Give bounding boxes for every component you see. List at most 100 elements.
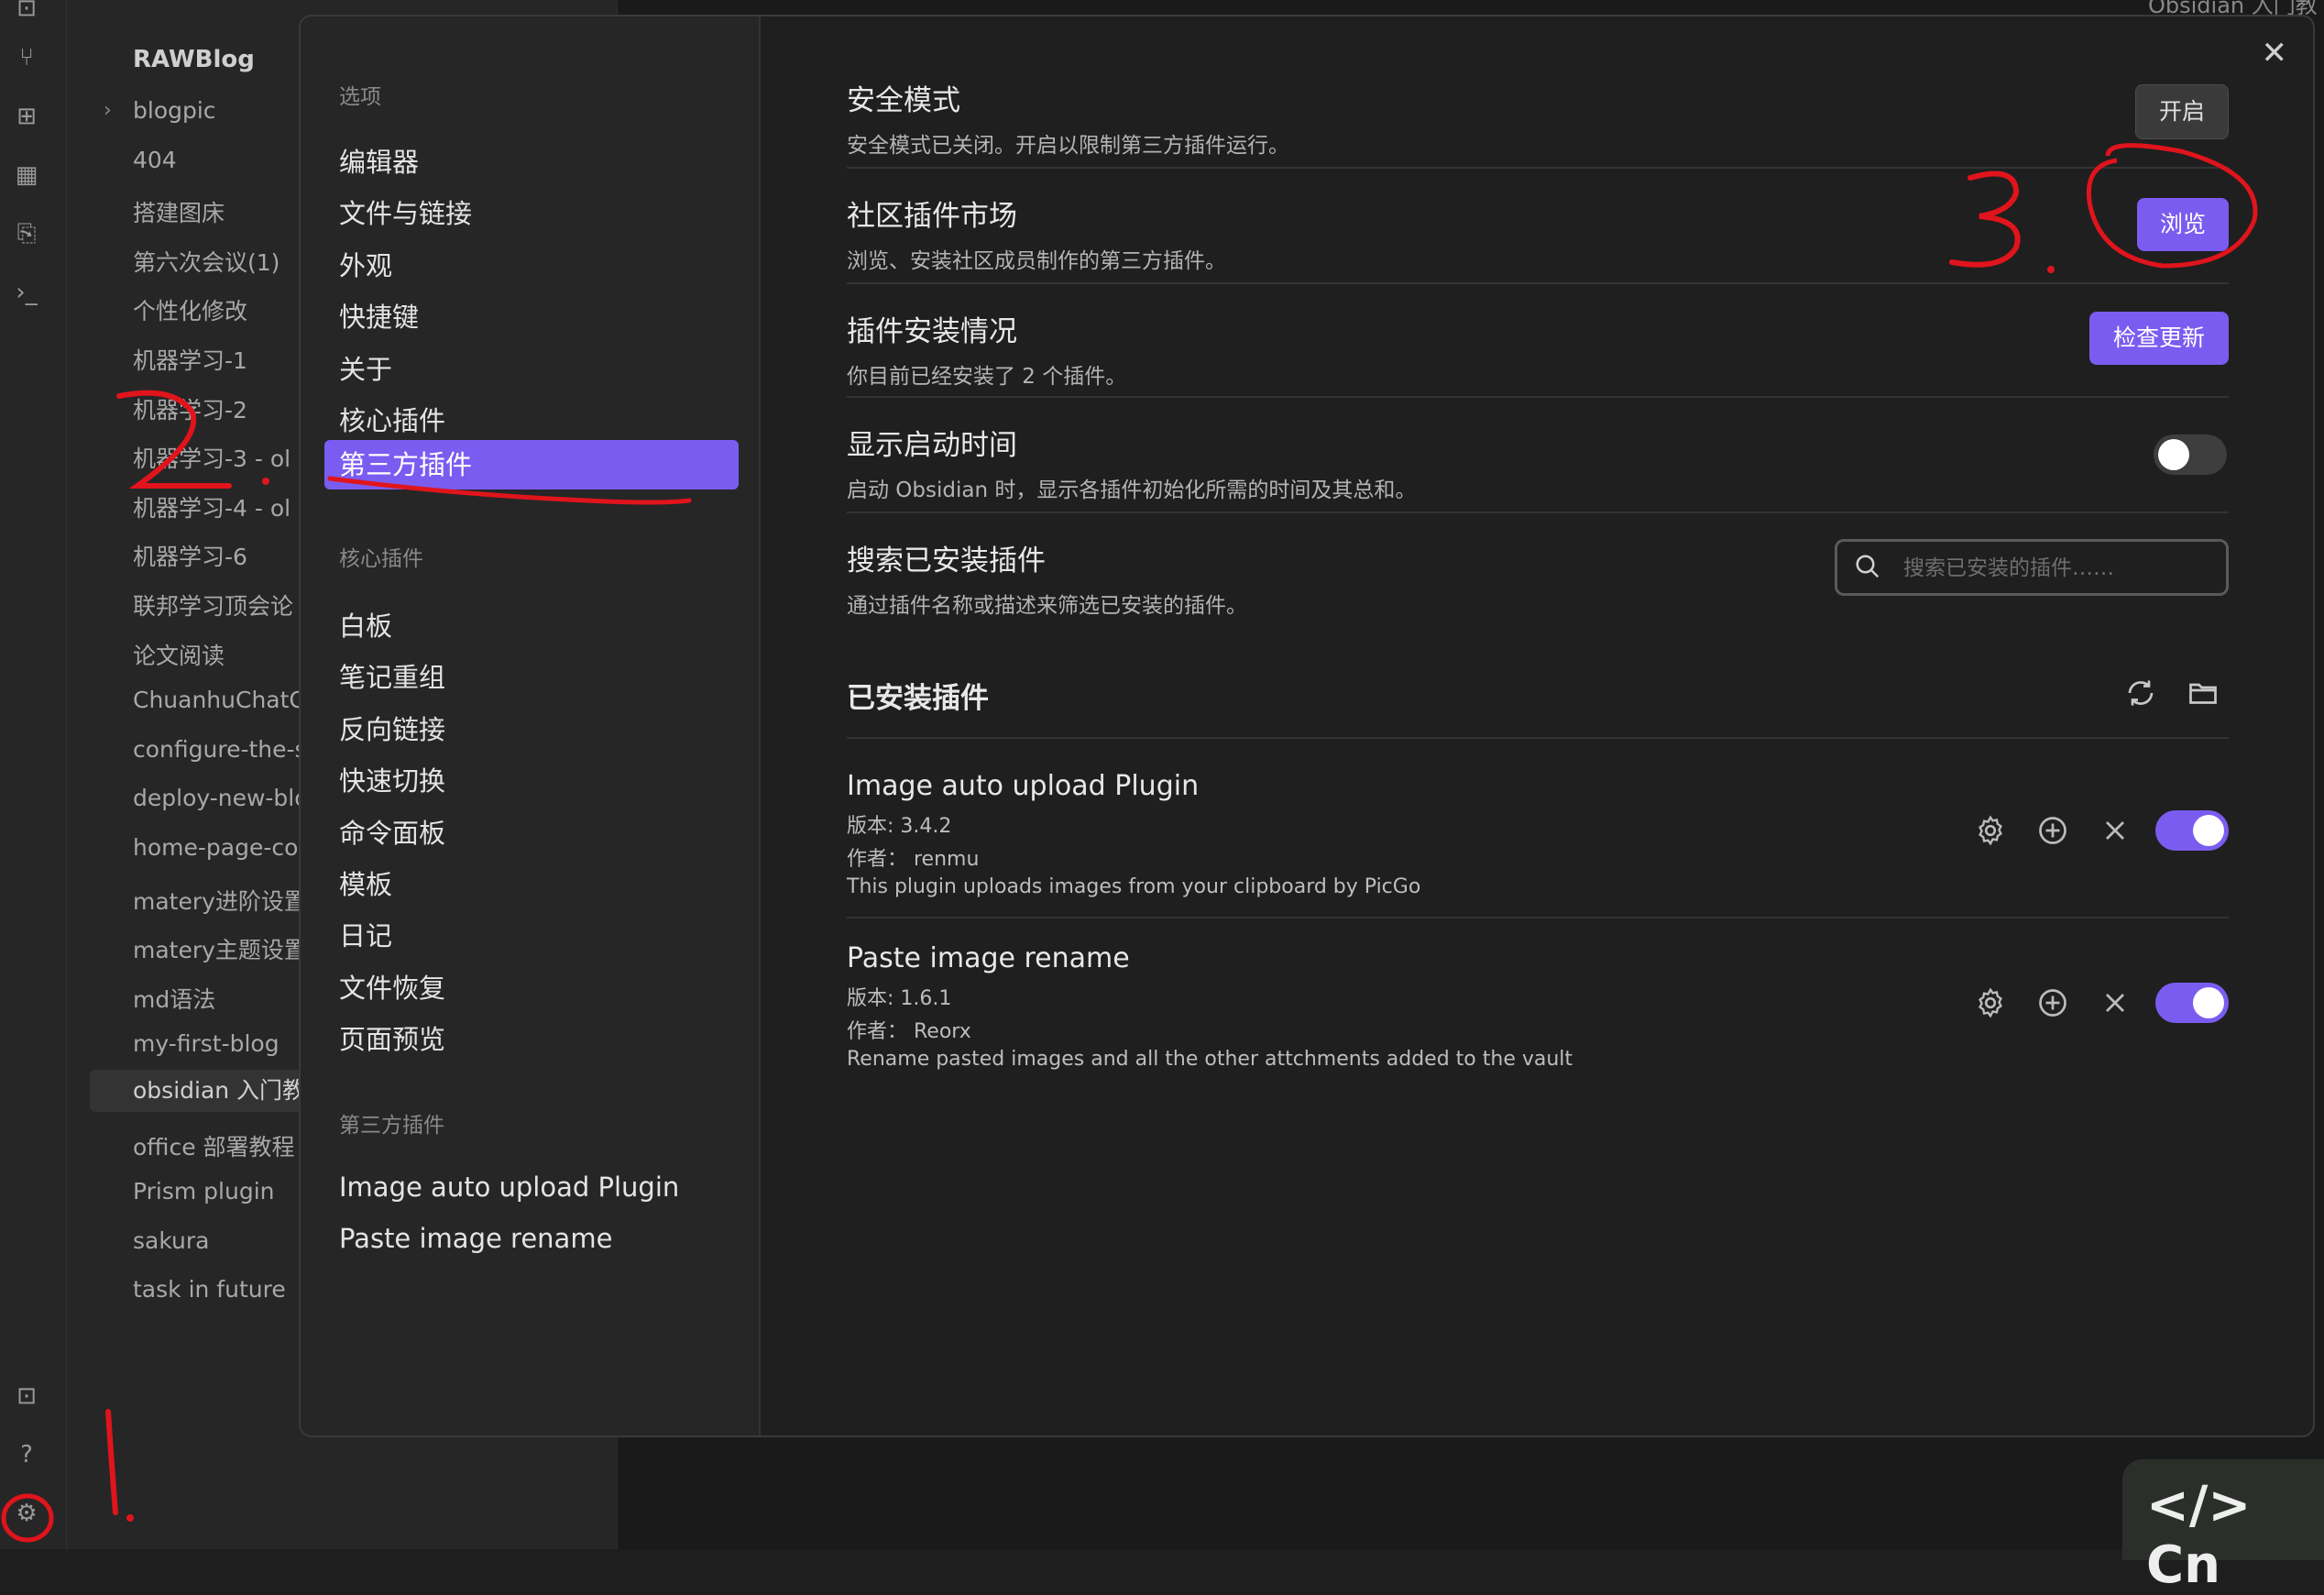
- safe-mode-enable-button[interactable]: 开启: [2135, 84, 2229, 139]
- settings-icon[interactable]: ⚙: [13, 1500, 40, 1527]
- command-palette-icon[interactable]: ›_: [13, 279, 40, 306]
- settings-nav-item[interactable]: 反向链接: [339, 709, 445, 747]
- file-tree-item[interactable]: 搭建图床: [133, 195, 225, 228]
- plugin-version: 版本: 3.4.2: [847, 815, 952, 838]
- settings-nav-item[interactable]: 外观: [339, 245, 392, 283]
- setting-desc: 你目前已经安装了 2 个插件。: [847, 365, 1127, 389]
- setting-desc: 浏览、安装社区成员制作的第三方插件。: [847, 249, 1226, 273]
- file-tree-item[interactable]: 个性化修改: [133, 293, 247, 326]
- setting-name: 插件安装情况: [847, 315, 1017, 348]
- plugin-name: Paste image rename: [847, 942, 1130, 974]
- help-icon[interactable]: ?: [13, 1441, 40, 1468]
- settings-nav-item[interactable]: Paste image rename: [339, 1223, 612, 1254]
- code-badge-label: </> Cn: [2146, 1476, 2252, 1595]
- canvas-icon[interactable]: ⊞: [13, 103, 40, 130]
- file-tree-item[interactable]: 机器学习-4 - ol: [133, 490, 290, 523]
- gear-icon[interactable]: [1974, 986, 2007, 1019]
- check-updates-button[interactable]: 检查更新: [2089, 312, 2229, 365]
- settings-modal: 选项 编辑器 文件与链接 外观 快捷键 关于 核心插件 第三方插件 核心插件 白板 笔记重组反…: [299, 15, 2315, 1437]
- plugin-enable-toggle[interactable]: [2155, 983, 2229, 1023]
- open-folder-icon[interactable]: [2187, 676, 2220, 710]
- setting-name: 社区插件市场: [847, 200, 1017, 233]
- add-hotkey-icon[interactable]: [2036, 814, 2069, 847]
- file-tree-item[interactable]: sakura: [133, 1227, 210, 1254]
- plugin-enable-toggle[interactable]: [2155, 810, 2229, 851]
- chevron-right-icon[interactable]: ›: [104, 99, 112, 122]
- file-tree-item[interactable]: 机器学习-2: [133, 392, 247, 425]
- settings-nav-item[interactable]: 模板: [339, 864, 392, 902]
- settings-nav-item[interactable]: Image auto upload Plugin: [339, 1172, 679, 1203]
- settings-nav-item[interactable]: 日记: [339, 915, 392, 953]
- nav-group-core: 核心插件: [339, 547, 423, 571]
- settings-nav-item[interactable]: 关于: [339, 348, 392, 387]
- open-vault-icon[interactable]: ⊡: [13, 0, 40, 22]
- vault-switcher-icon[interactable]: ⊡: [13, 1382, 40, 1410]
- file-tree-item[interactable]: office 部署教程: [133, 1129, 295, 1162]
- startup-time-toggle[interactable]: [2154, 434, 2227, 475]
- daily-note-icon[interactable]: ▦: [13, 161, 40, 189]
- settings-nav-item[interactable]: 页面预览: [339, 1018, 445, 1057]
- setting-startup-time: 显示启动时间 启动 Obsidian 时，显示各插件初始化所需的时间及其总和。: [847, 422, 2221, 503]
- settings-nav-item[interactable]: 命令面板: [339, 812, 445, 851]
- file-tree-item[interactable]: 机器学习-6: [133, 539, 247, 572]
- code-badge: </> Cn: [2122, 1459, 2324, 1595]
- file-tree-item[interactable]: ChuanhuChatGl: [133, 687, 313, 713]
- gear-icon[interactable]: [1974, 814, 2007, 847]
- file-tree-item[interactable]: my-first-blog: [133, 1030, 280, 1057]
- setting-community-plugins: 社区插件市场 浏览、安装社区成员制作的第三方插件。: [847, 192, 2221, 274]
- plugin-description: This plugin uploads images from your cli…: [847, 875, 1421, 898]
- file-tree-item[interactable]: md语法: [133, 982, 215, 1015]
- file-tree-item[interactable]: 机器学习-3 - ol: [133, 441, 290, 474]
- browse-plugins-button[interactable]: 浏览: [2137, 198, 2229, 251]
- settings-nav-item[interactable]: 编辑器: [339, 141, 419, 180]
- file-tree-item[interactable]: 联邦学习顶会论: [133, 588, 293, 622]
- plugin-author: 作者： Reorx: [847, 1020, 971, 1043]
- add-hotkey-icon[interactable]: [2036, 986, 2069, 1019]
- nav-group-third-party: 第三方插件: [339, 1114, 444, 1138]
- graph-view-icon[interactable]: ⑂: [13, 44, 40, 72]
- settings-nav-item[interactable]: 核心插件: [339, 400, 445, 438]
- search-input[interactable]: [1902, 551, 2208, 586]
- file-tree-item[interactable]: Prism plugin: [133, 1178, 275, 1204]
- plugin-description: Rename pasted images and all the other a…: [847, 1048, 1573, 1071]
- setting-name: 安全模式: [847, 84, 960, 117]
- files-icon[interactable]: ⎘: [13, 220, 40, 248]
- settings-nav-item[interactable]: 快捷键: [339, 296, 419, 335]
- settings-nav-item[interactable]: 第三方插件: [324, 440, 739, 490]
- settings-nav-item[interactable]: 白板: [339, 605, 392, 644]
- reload-icon[interactable]: [2124, 676, 2157, 710]
- settings-nav-item[interactable]: 文件与链接: [339, 192, 472, 231]
- plugin-version: 版本: 1.6.1: [847, 987, 952, 1010]
- nav-group-options: 选项: [339, 85, 381, 109]
- plugin-item: Image auto upload Plugin 版本: 3.4.2 作者： r…: [847, 770, 1763, 898]
- file-tree-item[interactable]: 第六次会议(1): [133, 245, 280, 278]
- settings-nav-item[interactable]: 快速切换: [339, 760, 445, 798]
- settings-nav-item[interactable]: 文件恢复: [339, 967, 445, 1006]
- file-tree-item[interactable]: matery进阶设置: [133, 884, 307, 917]
- file-tree-item[interactable]: task in future: [133, 1276, 286, 1303]
- divider: [847, 917, 2229, 918]
- search-icon: [1856, 555, 1880, 578]
- divider: [847, 396, 2229, 398]
- file-tree-item[interactable]: blogpic: [133, 97, 216, 124]
- divider: [847, 737, 2229, 739]
- uninstall-icon[interactable]: [2099, 814, 2132, 847]
- toggle-knob: [2193, 987, 2224, 1018]
- installed-plugins-heading: 已安装插件: [847, 682, 989, 715]
- plugin-author: 作者： renmu: [847, 848, 980, 871]
- close-icon[interactable]: ✕: [2262, 35, 2288, 72]
- file-tree-item[interactable]: 论文阅读: [133, 638, 225, 671]
- file-tree-item[interactable]: deploy-new-blo: [133, 785, 309, 811]
- file-tree-item[interactable]: matery主题设置: [133, 932, 307, 965]
- file-tree-item[interactable]: home-page-cor: [133, 834, 308, 861]
- setting-name: 显示启动时间: [847, 429, 1017, 462]
- setting-desc: 启动 Obsidian 时，显示各插件初始化所需的时间及其总和。: [847, 478, 1417, 502]
- file-tree-item[interactable]: 机器学习-1: [133, 343, 247, 376]
- settings-nav-item[interactable]: 笔记重组: [339, 656, 445, 695]
- file-tree-item[interactable]: configure-the-s: [133, 736, 307, 763]
- left-ribbon: ⊡ ⑂ ⊞ ▦ ⎘ ›_ ⊡ ? ⚙: [0, 0, 67, 1549]
- file-tree-item[interactable]: 404: [133, 147, 177, 173]
- uninstall-icon[interactable]: [2099, 986, 2132, 1019]
- plugin-name: Image auto upload Plugin: [847, 770, 1200, 802]
- divider: [847, 512, 2229, 513]
